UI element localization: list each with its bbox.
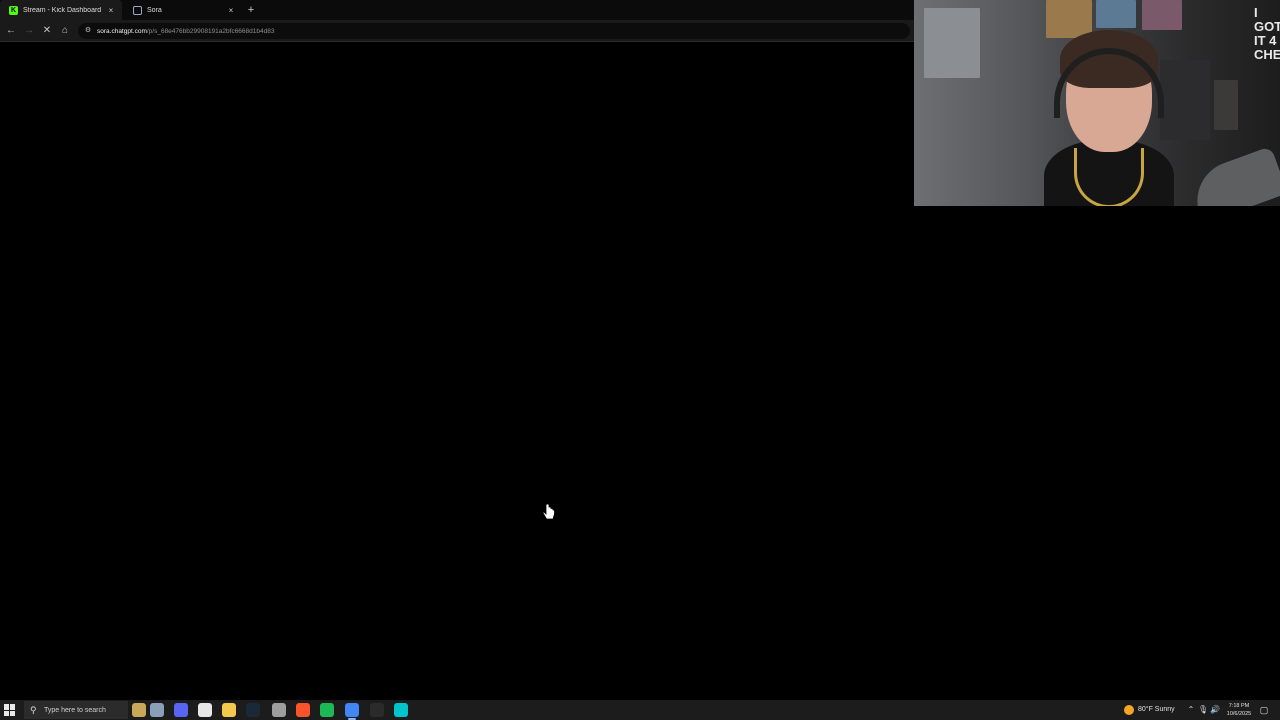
stop-loading-icon[interactable]: ✕ [40, 24, 54, 38]
search-placeholder: Type here to search [44, 706, 106, 714]
tab-sora[interactable]: Sora × [124, 0, 242, 20]
streamer [1044, 30, 1174, 206]
widget-coin-icon[interactable] [132, 703, 146, 717]
home-icon[interactable]: ⌂ [58, 24, 72, 38]
steam-icon[interactable] [246, 703, 260, 717]
notepad-icon[interactable] [150, 703, 164, 717]
tab-title: Stream - Kick Dashboard [23, 6, 102, 14]
webcam-overlay: I GOT IT 4 CHEP [914, 0, 1280, 206]
microphone-icon[interactable]: 🎙 [1198, 705, 1208, 715]
sora-icon [133, 5, 142, 15]
browser-tab-strip: K Stream - Kick Dashboard × Sora × + [0, 0, 914, 20]
wall-poster [1096, 0, 1136, 28]
volume-icon[interactable]: 🔊 [1210, 705, 1220, 715]
close-icon[interactable]: × [106, 6, 116, 15]
url-host: sora.chatgpt.com [97, 27, 147, 35]
spotify-icon[interactable] [320, 703, 334, 717]
windows-taskbar: ⚲ Type here to search 80°F Sunny ⌃ 🎙 🔊 7… [0, 700, 1280, 720]
wall-poster [924, 8, 980, 78]
wall-shelf [1214, 80, 1238, 130]
windows-start-icon[interactable] [4, 704, 16, 716]
new-tab-button[interactable]: + [244, 2, 258, 18]
sun-icon[interactable] [1124, 705, 1134, 715]
obs-icon[interactable] [198, 703, 212, 717]
settings-icon[interactable] [272, 703, 286, 717]
close-icon[interactable]: × [226, 6, 236, 15]
address-bar[interactable]: ⚙ sora.chatgpt.com/p/s_68e476bb29908191a… [78, 23, 910, 39]
gold-chain [1074, 148, 1144, 206]
kick-icon: K [9, 5, 18, 15]
system-clock[interactable]: 7:18 PM 10/6/2025 [1222, 702, 1256, 718]
terminal-icon[interactable] [370, 703, 384, 717]
discord-icon[interactable] [174, 703, 188, 717]
wall-poster [1142, 0, 1182, 30]
wall-shirt-text: I GOT IT 4 CHEP [1254, 5, 1280, 62]
tab-kick-dashboard[interactable]: K Stream - Kick Dashboard × [0, 0, 122, 20]
url-text: sora.chatgpt.com/p/s_68e476bb29908191a2b… [97, 28, 274, 35]
site-info-icon[interactable]: ⚙ [83, 26, 93, 36]
clock-time: 7:18 PM [1228, 703, 1250, 709]
weather-widget[interactable]: 80°F Sunny [1138, 706, 1175, 713]
notification-icon[interactable]: ▢ [1258, 704, 1270, 716]
brave-icon[interactable] [296, 703, 310, 717]
clock-date: 10/6/2025 [1226, 711, 1252, 717]
file-explorer-icon[interactable] [222, 703, 236, 717]
tab-title: Sora [147, 6, 162, 14]
taskbar-search[interactable]: ⚲ Type here to search [24, 701, 128, 719]
back-arrow-icon[interactable]: ← [4, 24, 18, 38]
url-path: /p/s_68e476bb29908191a2bfc6668d1b4d83 [146, 27, 275, 35]
search-icon: ⚲ [30, 704, 37, 715]
canva-icon[interactable] [394, 703, 408, 717]
chrome-icon[interactable] [345, 703, 359, 720]
forward-arrow-icon[interactable]: → [22, 24, 36, 38]
hand-pointer-icon [542, 504, 555, 520]
chevron-up-icon[interactable]: ⌃ [1186, 705, 1196, 715]
browser-toolbar: ← → ✕ ⌂ ⚙ sora.chatgpt.com/p/s_68e476bb2… [0, 20, 914, 42]
